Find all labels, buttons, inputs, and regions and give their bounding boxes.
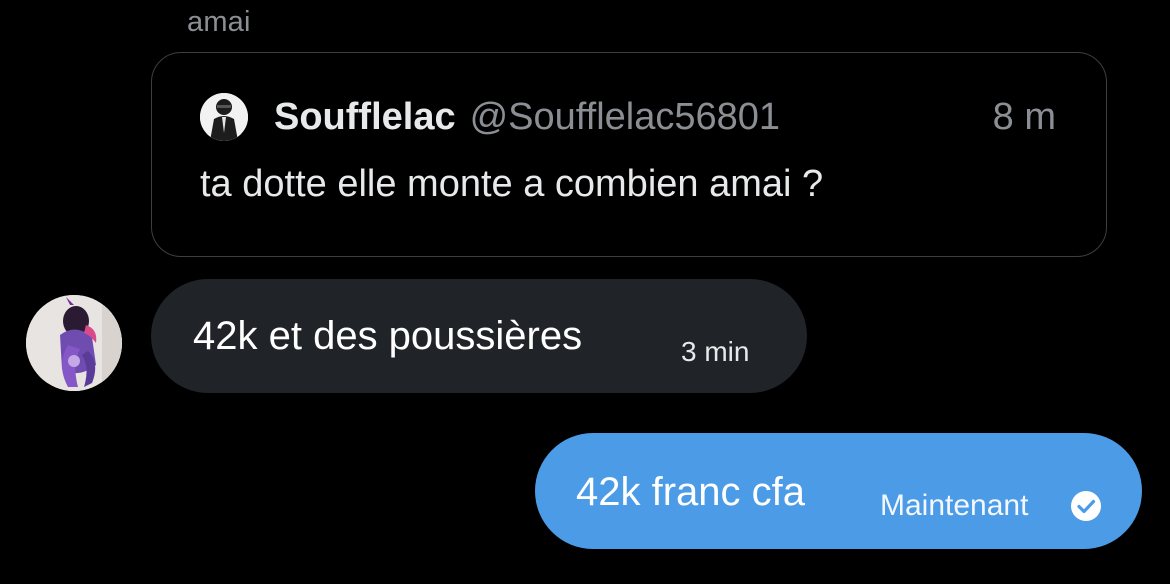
quoted-post-time: 8 m xyxy=(992,95,1056,138)
profile-photo-icon xyxy=(26,295,122,391)
quoted-post-header: Soufflelac @Soufflelac56801 8 m xyxy=(200,89,1056,145)
received-message-bubble[interactable]: 42k et des poussières 3 min xyxy=(151,279,807,393)
sent-message-time: Maintenant xyxy=(880,489,1029,522)
quoted-post-author-handle[interactable]: @Soufflelac56801 xyxy=(470,96,780,139)
sent-message-text: 42k franc cfa xyxy=(576,470,806,514)
quoted-post-author-name[interactable]: Soufflelac xyxy=(274,96,456,139)
read-check-icon xyxy=(1069,489,1103,523)
quoted-post-card[interactable]: Soufflelac @Soufflelac56801 8 m ta dotte… xyxy=(151,52,1107,257)
conversation-sender-name: amai xyxy=(187,6,251,38)
received-message-text: 42k et des poussières xyxy=(193,314,583,358)
quoted-post-avatar[interactable] xyxy=(200,93,248,141)
received-message-time: 3 min xyxy=(681,336,750,367)
sent-message-bubble[interactable]: 42k franc cfa Maintenant xyxy=(535,433,1142,549)
quoted-post-text: ta dotte elle monte a combien amai ? xyxy=(200,163,824,205)
received-message-avatar[interactable] xyxy=(26,295,122,391)
profile-photo-icon xyxy=(200,93,248,141)
